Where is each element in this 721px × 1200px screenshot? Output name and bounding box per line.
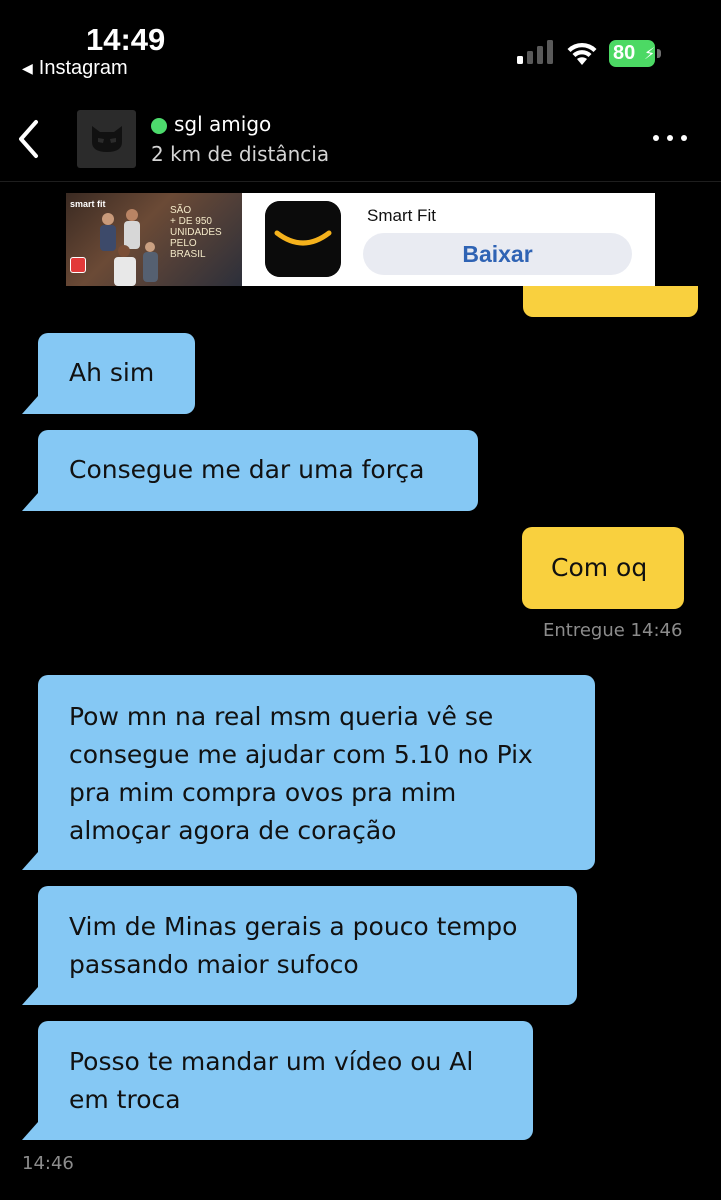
message-text: Pow mn na real msm queria vê se consegue… [69,702,533,845]
contact-name[interactable]: sgl amigo [174,112,271,136]
message-text: Vim de Minas gerais a pouco tempo passan… [69,912,518,979]
bubble-tail [22,1122,52,1140]
ad-tagline: SÃO + DE 950 UNIDADES PELO BRASIL [170,205,222,260]
wifi-icon [567,42,597,65]
message-text: Consegue me dar uma força [69,455,425,484]
more-options-icon[interactable] [650,123,690,153]
message-text: Com oq [551,553,648,582]
charging-bolt-icon: ⚡ [644,44,656,63]
ad-brand: smart fit [70,199,106,209]
contact-distance: 2 km de distância [151,142,330,166]
message-text: Ah sim [69,358,155,387]
message-bubble-outgoing[interactable]: Com oq [522,527,684,609]
battery-indicator: 80 ⚡ [609,40,661,67]
ad-banner[interactable]: smart fit SÃO + DE 950 UNIDADES PELO BRA… [66,193,655,286]
bubble-tail [22,852,52,870]
message-text: Posso te mandar um vídeo ou Al em troca [69,1047,474,1114]
back-app-label: Instagram [38,57,128,79]
back-to-app-link[interactable]: ◀ Instagram [22,57,128,80]
default-avatar-mask-icon [91,126,122,152]
bubble-tail [22,396,52,414]
message-bubble-incoming[interactable]: Pow mn na real msm queria vê se consegue… [38,675,595,870]
battery-percent: 80 [613,42,636,64]
contact-avatar[interactable] [77,110,136,168]
online-status-dot [151,118,167,134]
ad-people-illustration [100,209,158,286]
back-chevron-icon[interactable] [14,118,44,160]
message-bubble-incoming[interactable]: Posso te mandar um vídeo ou Al em troca [38,1021,533,1140]
message-timestamp: 14:46 [22,1153,74,1174]
cropped-outgoing-bubble[interactable] [523,286,698,317]
message-bubble-incoming[interactable]: Consegue me dar uma força [38,430,478,511]
battery-cap [657,49,661,58]
cellular-signal-icon [517,40,553,64]
message-bubble-incoming[interactable]: Vim de Minas gerais a pouco tempo passan… [38,886,577,1005]
bubble-tail [22,493,52,511]
smart-fit-logo-icon[interactable] [265,201,341,277]
delivery-status: Entregue 14:46 [543,620,683,641]
back-triangle-icon: ◀ [22,60,33,76]
message-bubble-incoming[interactable]: Ah sim [38,333,195,414]
status-time: 14:49 [86,22,166,57]
header-divider [0,181,721,182]
ad-image[interactable]: smart fit SÃO + DE 950 UNIDADES PELO BRA… [66,193,242,286]
ad-app-badge-icon [70,257,86,273]
ad-app-name: Smart Fit [367,206,436,225]
bubble-tail [22,987,52,1005]
ad-download-button[interactable]: Baixar [363,233,632,275]
